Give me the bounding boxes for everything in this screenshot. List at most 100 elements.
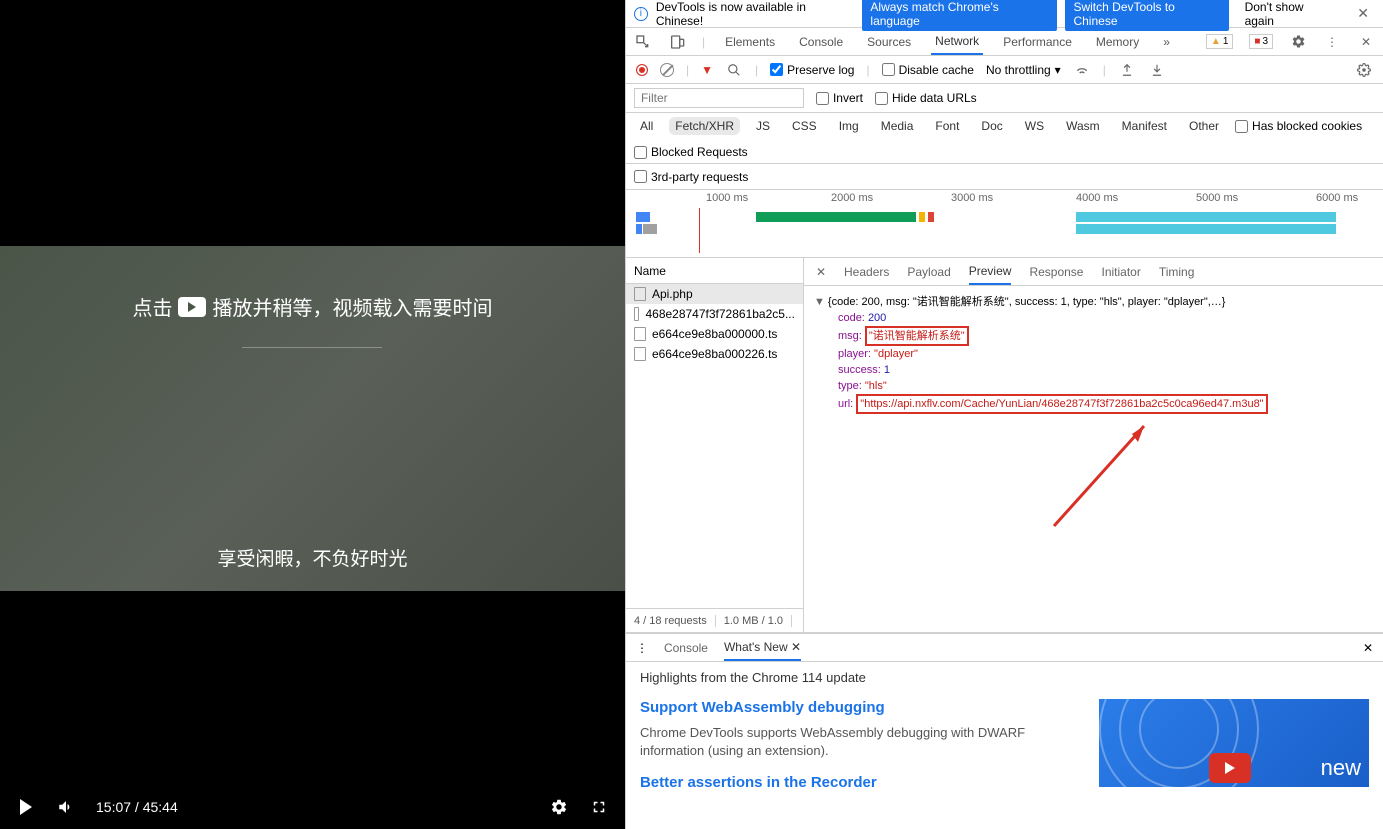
type-font[interactable]: Font xyxy=(929,117,965,135)
annotation-msg-highlight: "诺讯智能解析系统" xyxy=(865,326,969,346)
tab-response[interactable]: Response xyxy=(1029,258,1083,285)
match-language-button[interactable]: Always match Chrome's language xyxy=(862,0,1057,31)
request-row[interactable]: e664ce9e8ba000000.ts xyxy=(626,324,803,344)
drawer-tabs: ⋮ Console What's New ✕ ✕ xyxy=(626,634,1383,662)
network-body: Name Api.php 468e28747f3f72861ba2c5... e… xyxy=(626,258,1383,633)
close-whatsnew-icon[interactable]: ✕ xyxy=(791,640,801,654)
switch-chinese-button[interactable]: Switch DevTools to Chinese xyxy=(1065,0,1228,31)
request-size: 1.0 MB / 1.0 xyxy=(716,615,792,627)
close-drawer-icon[interactable]: ✕ xyxy=(1363,641,1373,655)
type-wasm[interactable]: Wasm xyxy=(1060,117,1106,135)
file-icon xyxy=(634,287,646,301)
whatsnew-text-1: Chrome DevTools supports WebAssembly deb… xyxy=(640,724,1079,760)
video-hint-line2: 享受闲暇，不负好时光 xyxy=(217,544,407,571)
request-row[interactable]: 468e28747f3f72861ba2c5... xyxy=(626,304,803,324)
throttling-select[interactable]: No throttling▾ xyxy=(986,63,1061,77)
settings-icon[interactable] xyxy=(549,797,569,817)
tab-sources[interactable]: Sources xyxy=(863,28,915,55)
third-party-checkbox[interactable]: 3rd-party requests xyxy=(634,170,748,184)
type-ws[interactable]: WS xyxy=(1019,117,1050,135)
whatsnew-heading-2[interactable]: Better assertions in the Recorder xyxy=(640,774,1079,791)
play-button[interactable] xyxy=(16,797,36,817)
type-other[interactable]: Other xyxy=(1183,117,1225,135)
tab-timing[interactable]: Timing xyxy=(1159,258,1195,285)
tab-payload[interactable]: Payload xyxy=(907,258,950,285)
kebab-icon[interactable]: ⋮ xyxy=(1323,33,1341,51)
tab-network[interactable]: Network xyxy=(931,28,983,55)
network-toolbar: | ▼ | Preserve log | Disable cache No th… xyxy=(626,56,1383,84)
youtube-icon xyxy=(1209,753,1251,783)
network-timeline[interactable]: 1000 ms 2000 ms 3000 ms 4000 ms 5000 ms … xyxy=(626,190,1383,258)
name-column-header[interactable]: Name xyxy=(626,258,803,284)
search-icon[interactable] xyxy=(725,61,743,79)
record-button[interactable] xyxy=(636,64,648,76)
wifi-icon[interactable] xyxy=(1073,61,1091,79)
gear-icon[interactable] xyxy=(1355,61,1373,79)
dont-show-button[interactable]: Don't show again xyxy=(1237,0,1344,31)
close-detail-icon[interactable]: ✕ xyxy=(816,258,826,285)
tab-performance[interactable]: Performance xyxy=(999,28,1076,55)
disable-cache-checkbox[interactable]: Disable cache xyxy=(882,63,974,77)
drawer-tab-whatsnew[interactable]: What's New ✕ xyxy=(724,634,801,661)
video-hint-pre: 点击 xyxy=(132,292,172,321)
tab-initiator[interactable]: Initiator xyxy=(1101,258,1140,285)
file-icon xyxy=(634,307,640,321)
third-party-row: 3rd-party requests xyxy=(626,164,1383,190)
filter-icon[interactable]: ▼ xyxy=(701,63,713,77)
tab-preview[interactable]: Preview xyxy=(969,258,1012,285)
type-fetch-xhr[interactable]: Fetch/XHR xyxy=(669,117,740,135)
devtools-panel: i DevTools is now available in Chinese! … xyxy=(625,0,1383,829)
hide-data-urls-checkbox[interactable]: Hide data URLs xyxy=(875,91,977,105)
inspect-icon[interactable] xyxy=(634,33,652,51)
fullscreen-icon[interactable] xyxy=(589,797,609,817)
type-manifest[interactable]: Manifest xyxy=(1116,117,1173,135)
highlights-title: Highlights from the Chrome 114 update xyxy=(640,670,1369,685)
gear-icon[interactable] xyxy=(1289,33,1307,51)
tick-6000: 6000 ms xyxy=(1316,192,1358,204)
whatsnew-thumbnail[interactable]: new xyxy=(1099,699,1369,787)
tab-headers[interactable]: Headers xyxy=(844,258,889,285)
volume-button[interactable] xyxy=(56,797,76,817)
tabs-more-icon[interactable]: » xyxy=(1159,28,1174,55)
tick-5000: 5000 ms xyxy=(1196,192,1238,204)
player-time: 15:07 / 45:44 xyxy=(96,799,178,815)
whatsnew-heading-1[interactable]: Support WebAssembly debugging xyxy=(640,699,1079,716)
device-icon[interactable] xyxy=(668,33,686,51)
warning-badge[interactable]: ▲1 xyxy=(1206,34,1233,49)
type-css[interactable]: CSS xyxy=(786,117,823,135)
type-img[interactable]: Img xyxy=(833,117,865,135)
tab-elements[interactable]: Elements xyxy=(721,28,779,55)
type-js[interactable]: JS xyxy=(750,117,776,135)
video-divider xyxy=(242,347,382,348)
preview-body[interactable]: ▼ {code: 200, msg: "诺讯智能解析系统", success: … xyxy=(804,286,1383,632)
request-row[interactable]: e664ce9e8ba000226.ts xyxy=(626,344,803,364)
tab-console[interactable]: Console xyxy=(795,28,847,55)
request-row[interactable]: Api.php xyxy=(626,284,803,304)
type-all[interactable]: All xyxy=(634,117,659,135)
file-icon xyxy=(634,347,646,361)
preserve-log-checkbox[interactable]: Preserve log xyxy=(770,63,854,77)
clear-button[interactable] xyxy=(660,63,674,77)
blocked-cookies-checkbox[interactable]: Has blocked cookies xyxy=(1235,119,1362,133)
type-doc[interactable]: Doc xyxy=(975,117,1008,135)
request-list: Name Api.php 468e28747f3f72861ba2c5... e… xyxy=(626,258,804,632)
tab-memory[interactable]: Memory xyxy=(1092,28,1143,55)
drawer-kebab-icon[interactable]: ⋮ xyxy=(636,641,648,655)
devtools-tabs: | Elements Console Sources Network Perfo… xyxy=(626,28,1383,56)
file-icon xyxy=(634,327,646,341)
error-badge[interactable]: ■3 xyxy=(1249,34,1273,49)
drawer-tab-console[interactable]: Console xyxy=(664,634,708,661)
filter-input[interactable] xyxy=(634,88,804,108)
type-media[interactable]: Media xyxy=(875,117,920,135)
player-controls: 15:07 / 45:44 xyxy=(0,785,625,829)
invert-checkbox[interactable]: Invert xyxy=(816,91,863,105)
video-hint-post: 播放并稍等，视频载入需要时间 xyxy=(212,292,492,321)
language-infobar: i DevTools is now available in Chinese! … xyxy=(626,0,1383,28)
close-devtools-icon[interactable]: ✕ xyxy=(1357,33,1375,51)
download-icon[interactable] xyxy=(1148,61,1166,79)
detail-tabs: ✕ Headers Payload Preview Response Initi… xyxy=(804,258,1383,286)
close-infobar-icon[interactable]: ✕ xyxy=(1351,5,1375,22)
upload-icon[interactable] xyxy=(1118,61,1136,79)
blocked-requests-checkbox[interactable]: Blocked Requests xyxy=(634,145,748,159)
request-footer: 4 / 18 requests 1.0 MB / 1.0 xyxy=(626,608,803,632)
